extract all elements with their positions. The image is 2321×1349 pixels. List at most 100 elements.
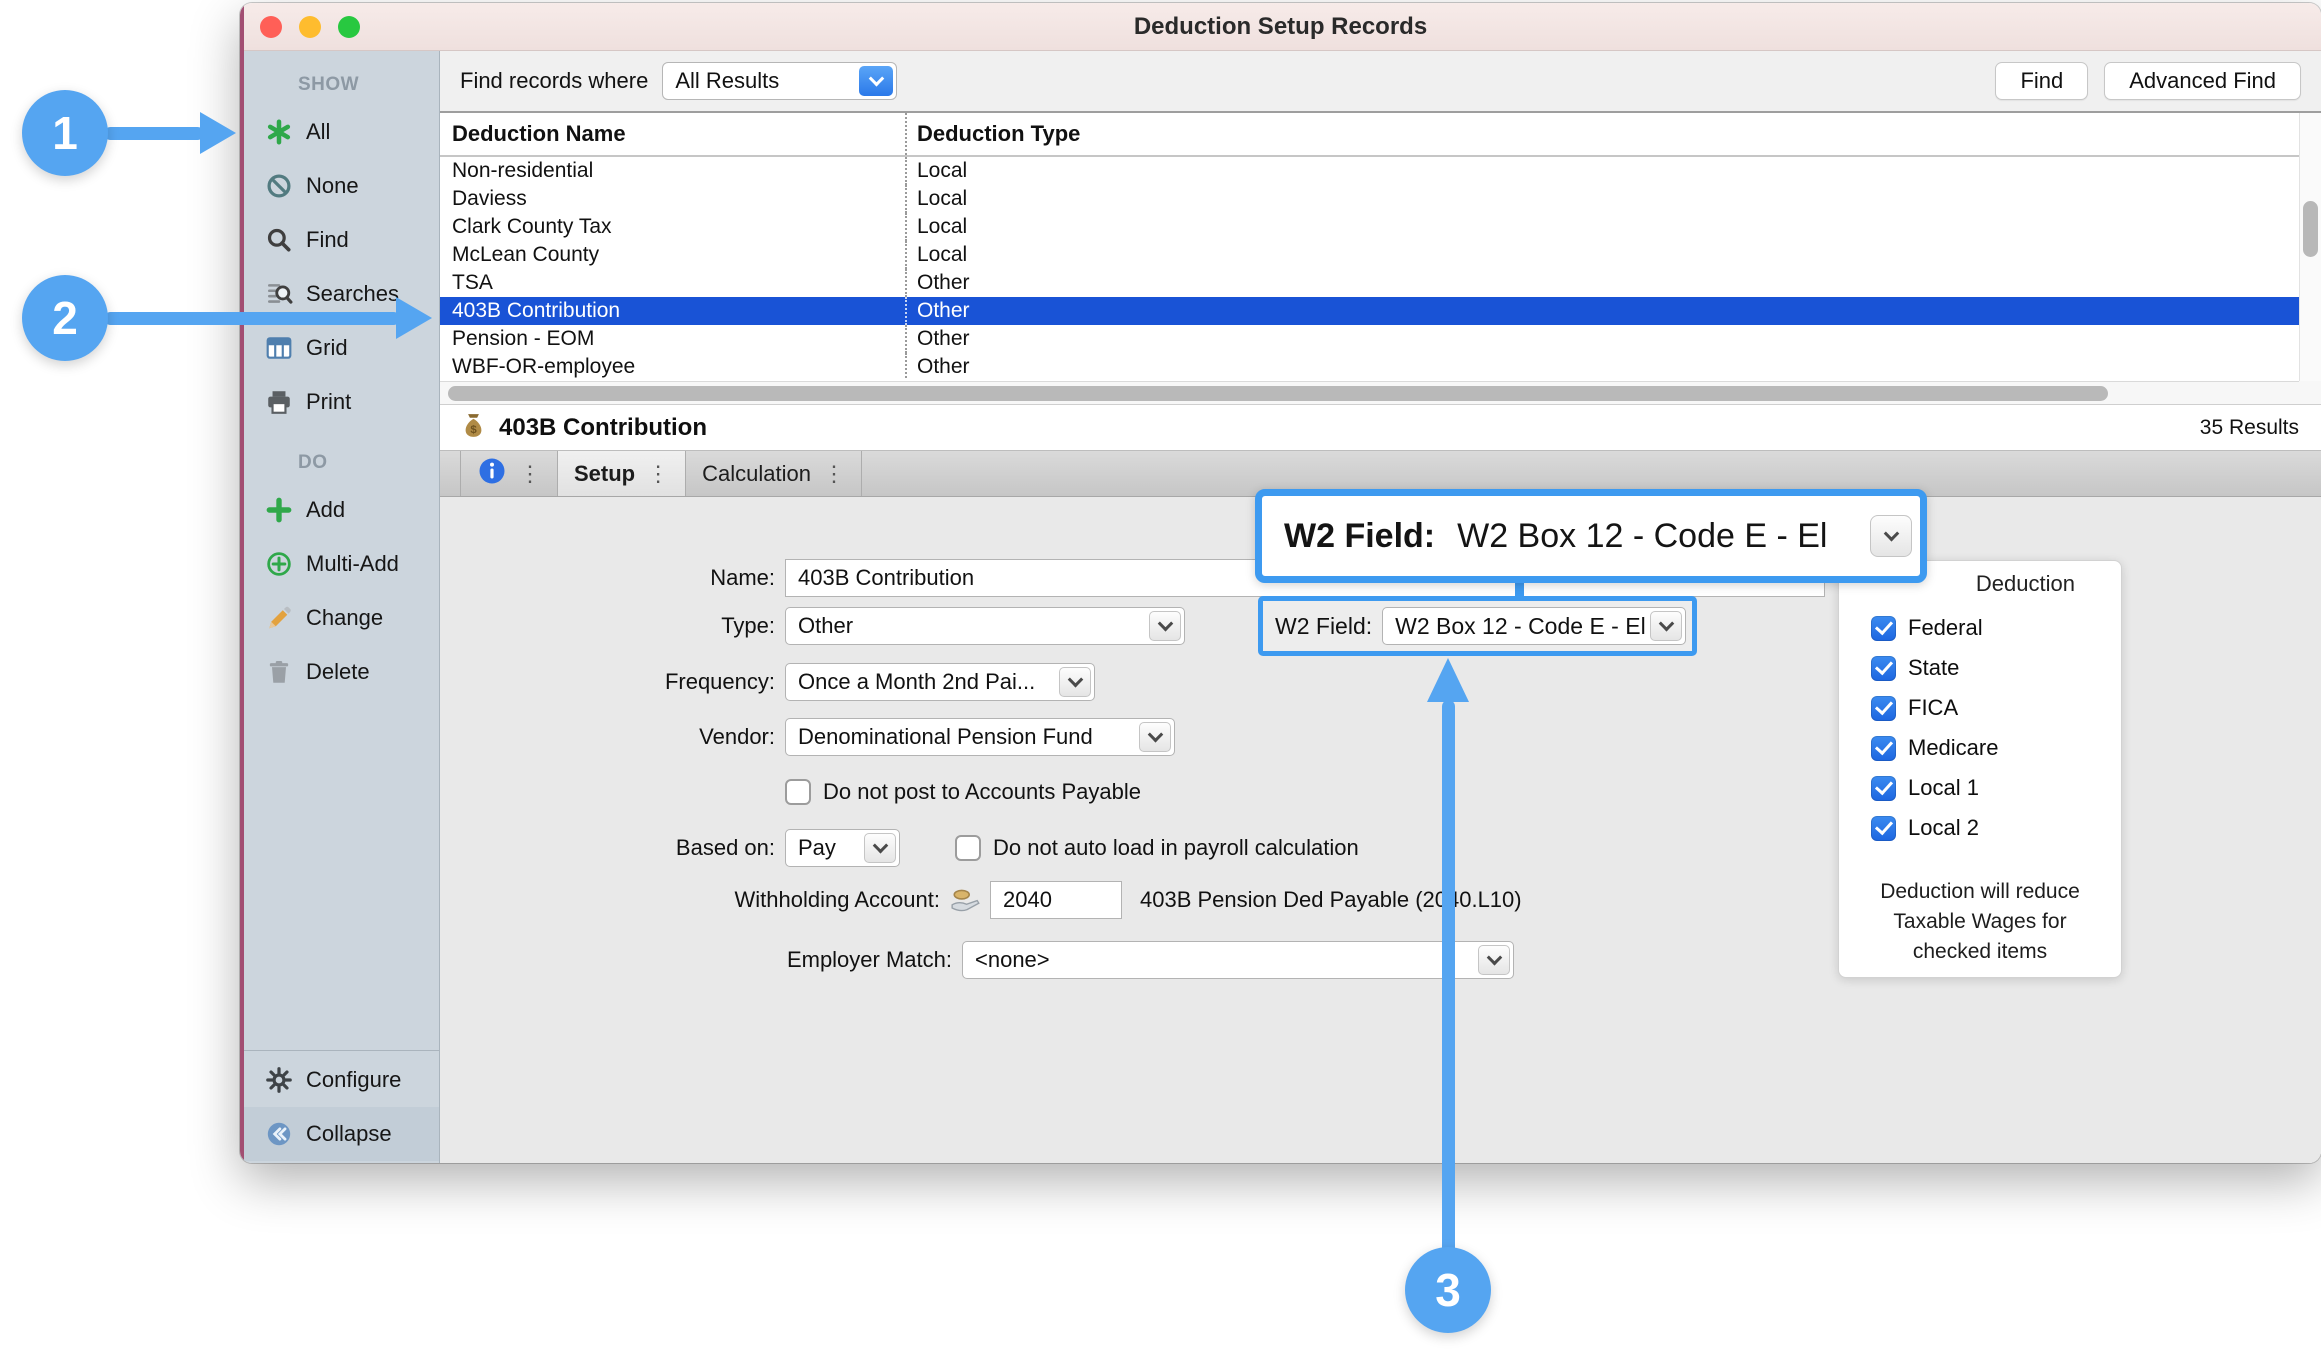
cell-deduction-type: Local bbox=[905, 185, 2299, 213]
sidebar-item-collapse[interactable]: Collapse bbox=[240, 1107, 439, 1161]
records-table: Non-residential Local Daviess Local Clar… bbox=[440, 157, 2299, 379]
asterisk-icon bbox=[264, 117, 294, 147]
table-row[interactable]: TSA Other bbox=[440, 269, 2299, 297]
frequency-dropdown[interactable]: Once a Month 2nd Pai... bbox=[785, 663, 1095, 701]
w2-field-row: W2 Field: W2 Box 12 - Code E - El bbox=[1258, 596, 1697, 656]
sidebar-item-label: Delete bbox=[306, 659, 370, 685]
titlebar: Deduction Setup Records bbox=[240, 3, 2321, 51]
do-not-post-ap-checkbox[interactable] bbox=[785, 779, 811, 805]
cell-deduction-name: Daviess bbox=[440, 185, 905, 213]
coin-hand-icon[interactable] bbox=[950, 888, 982, 912]
sidebar-bottom: Configure Collapse bbox=[240, 1050, 439, 1163]
dropdown-arrow-button[interactable] bbox=[1478, 945, 1510, 975]
federal-checkbox[interactable] bbox=[1871, 616, 1896, 641]
dropdown-arrow-button[interactable] bbox=[1139, 722, 1171, 752]
trash-icon bbox=[264, 657, 294, 687]
dropdown-arrow-button[interactable] bbox=[1650, 611, 1682, 641]
sidebar-item-delete[interactable]: Delete bbox=[240, 645, 439, 699]
name-label: Name: bbox=[440, 565, 775, 591]
results-scope-dropdown[interactable]: All Results bbox=[662, 62, 897, 100]
list-item: Medicare bbox=[1871, 735, 2121, 761]
sidebar-item-all[interactable]: All bbox=[240, 105, 439, 159]
sidebar-item-none[interactable]: None bbox=[240, 159, 439, 213]
dropdown-arrow-button[interactable] bbox=[1149, 611, 1181, 641]
local2-checkbox[interactable] bbox=[1871, 816, 1896, 841]
table-row[interactable]: WBF-OR-employee Other bbox=[440, 353, 2299, 379]
w2-field-zoom-value: W2 Box 12 - Code E - El bbox=[1457, 517, 1827, 556]
sidebar-item-change[interactable]: Change bbox=[240, 591, 439, 645]
sidebar-item-add[interactable]: Add bbox=[240, 483, 439, 537]
vertical-scrollbar-thumb[interactable] bbox=[2303, 201, 2318, 257]
withholding-account-field[interactable]: 2040 bbox=[990, 881, 1122, 919]
table-row[interactable]: Clark County Tax Local bbox=[440, 213, 2299, 241]
dropdown-arrow-button[interactable] bbox=[864, 833, 896, 863]
type-label: Type: bbox=[440, 613, 775, 639]
vendor-value: Denominational Pension Fund bbox=[798, 724, 1093, 750]
cell-deduction-type: Local bbox=[905, 241, 2299, 269]
sidebar-item-label: Print bbox=[306, 389, 351, 415]
dropdown-arrow-button[interactable] bbox=[1870, 515, 1912, 557]
dropdown-arrow-button[interactable] bbox=[859, 66, 893, 96]
info-segment[interactable] bbox=[460, 451, 558, 496]
checkbox-label: State bbox=[1908, 655, 1959, 681]
vendor-dropdown[interactable]: Denominational Pension Fund bbox=[785, 718, 1175, 756]
tab-menu-icon[interactable] bbox=[519, 461, 541, 487]
cell-deduction-name: Pension - EOM bbox=[440, 325, 905, 353]
tab-label: Calculation bbox=[702, 461, 811, 487]
sidebar-item-label: None bbox=[306, 173, 359, 199]
sidebar-do-header: DO bbox=[240, 443, 439, 483]
list-item: Federal bbox=[1871, 615, 2121, 641]
frequency-label: Frequency: bbox=[440, 669, 775, 695]
state-checkbox[interactable] bbox=[1871, 656, 1896, 681]
horizontal-scrollbar-thumb[interactable] bbox=[448, 386, 2108, 401]
based-on-dropdown[interactable]: Pay bbox=[785, 829, 900, 867]
results-count: 35 Results bbox=[2200, 416, 2299, 440]
cell-deduction-type: Other bbox=[905, 269, 2299, 297]
tab-label: Setup bbox=[574, 461, 635, 487]
column-header-deduction-type[interactable]: Deduction Type bbox=[905, 113, 2299, 155]
sidebar: SHOW All None Find bbox=[240, 51, 440, 1163]
minimize-window-button[interactable] bbox=[299, 16, 321, 38]
table-row[interactable]: McLean County Local bbox=[440, 241, 2299, 269]
no-auto-load-checkbox[interactable] bbox=[955, 835, 981, 861]
table-row[interactable]: Daviess Local bbox=[440, 185, 2299, 213]
annotation-arrow-1 bbox=[104, 127, 204, 140]
w2-field-dropdown[interactable]: W2 Box 12 - Code E - El bbox=[1382, 607, 1686, 645]
sidebar-item-print[interactable]: Print bbox=[240, 375, 439, 429]
frequency-row: Frequency: Once a Month 2nd Pai... bbox=[440, 663, 1095, 701]
table-row[interactable]: Pension - EOM Other bbox=[440, 325, 2299, 353]
cell-deduction-type: Other bbox=[905, 297, 2299, 325]
horizontal-scrollbar[interactable] bbox=[440, 381, 2299, 405]
sidebar-item-label: Add bbox=[306, 497, 345, 523]
sidebar-item-label: Find bbox=[306, 227, 349, 253]
sidebar-item-label: Change bbox=[306, 605, 383, 631]
vertical-scrollbar[interactable] bbox=[2299, 113, 2321, 381]
advanced-find-button[interactable]: Advanced Find bbox=[2104, 62, 2301, 100]
circle-plus-icon bbox=[264, 549, 294, 579]
employer-match-dropdown[interactable]: <none> bbox=[962, 941, 1514, 979]
table-row-selected[interactable]: 403B Contribution Other bbox=[440, 297, 2299, 325]
type-dropdown[interactable]: Other bbox=[785, 607, 1185, 645]
employer-match-value: <none> bbox=[975, 947, 1050, 973]
sidebar-item-find[interactable]: Find bbox=[240, 213, 439, 267]
find-button[interactable]: Find bbox=[1995, 62, 2088, 100]
column-header-deduction-name[interactable]: Deduction Name bbox=[440, 113, 905, 155]
checkbox-label: FICA bbox=[1908, 695, 1958, 721]
sidebar-item-configure[interactable]: Configure bbox=[240, 1053, 439, 1107]
table-row[interactable]: Non-residential Local bbox=[440, 157, 2299, 185]
medicare-checkbox[interactable] bbox=[1871, 736, 1896, 761]
cell-deduction-name: TSA bbox=[440, 269, 905, 297]
sidebar-item-multi-add[interactable]: Multi-Add bbox=[240, 537, 439, 591]
saved-searches-icon bbox=[264, 279, 294, 309]
dropdown-arrow-button[interactable] bbox=[1059, 667, 1091, 697]
tab-menu-icon[interactable] bbox=[647, 461, 669, 487]
info-icon[interactable] bbox=[477, 456, 507, 492]
close-window-button[interactable] bbox=[260, 16, 282, 38]
tab-setup[interactable]: Setup bbox=[558, 451, 686, 496]
fica-checkbox[interactable] bbox=[1871, 696, 1896, 721]
local1-checkbox[interactable] bbox=[1871, 776, 1896, 801]
tab-menu-icon[interactable] bbox=[823, 461, 845, 487]
zoom-window-button[interactable] bbox=[338, 16, 360, 38]
printer-icon bbox=[264, 387, 294, 417]
tab-calculation[interactable]: Calculation bbox=[686, 451, 862, 496]
